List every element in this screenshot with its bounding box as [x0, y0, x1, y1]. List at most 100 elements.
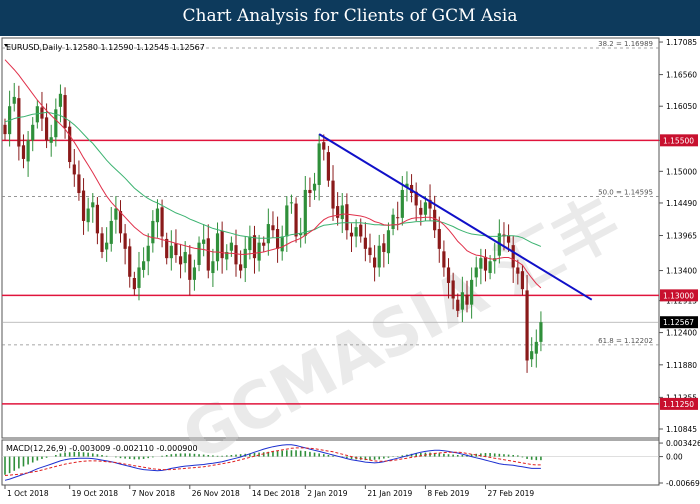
candle-bear: [206, 238, 210, 271]
candle-bear: [275, 229, 280, 249]
candle-bear: [178, 256, 183, 265]
candle-bull: [354, 227, 358, 237]
x-tick-label: 1 Oct 2018: [7, 489, 49, 498]
current-price-label: 1.12567: [663, 318, 694, 327]
candle-bear: [188, 254, 192, 280]
macd-tick-label: -0.006694: [666, 479, 700, 488]
candle-bear: [345, 204, 349, 231]
price-tick-label: 1.16050: [666, 102, 697, 111]
price-tick-label: 1.11880: [666, 361, 697, 370]
price-tick-label: 1.15000: [666, 167, 697, 176]
candle-bull: [192, 267, 197, 280]
candle-bear: [456, 299, 460, 311]
candle-bull: [202, 239, 206, 244]
x-tick-label: 27 Feb 2019: [487, 489, 534, 498]
fib-label: 50.0 = 1.14595: [598, 188, 653, 196]
candle-bull: [155, 208, 160, 223]
candle-bear: [349, 232, 354, 237]
price-tick-label: 1.12400: [666, 329, 697, 338]
candle-bull: [474, 267, 478, 278]
candle-bull: [377, 245, 381, 268]
macd-tick-label: 0.003426: [666, 439, 700, 448]
candle-bear: [373, 257, 377, 268]
candle-bear: [271, 225, 275, 231]
candle-bull: [12, 96, 16, 104]
candle-bear: [77, 174, 81, 194]
candle-bull: [229, 242, 233, 251]
candle-bull: [400, 189, 404, 218]
candle-bear: [326, 152, 330, 181]
candle-bull: [285, 205, 289, 237]
candle-bear: [451, 280, 455, 299]
x-tick-label: 19 Oct 2018: [72, 489, 119, 498]
macd-info: MACD(12,26,9) -0.003009 -0.002110 -0.000…: [6, 444, 198, 453]
candle-bull: [266, 224, 270, 244]
candle-bull: [137, 267, 141, 288]
level-price-label: 1.11250: [663, 400, 694, 409]
x-tick-label: 2 Jan 2019: [307, 489, 347, 498]
candle-bear: [234, 245, 238, 265]
candle-bull: [479, 258, 483, 269]
x-tick-label: 21 Jan 2019: [367, 489, 412, 498]
candle-bear: [382, 243, 386, 252]
candle-bull: [488, 261, 492, 274]
candle-bull: [312, 183, 317, 191]
candle-bear: [132, 278, 136, 290]
candle-bull: [317, 143, 321, 185]
candle-bear: [160, 207, 164, 237]
candle-bull: [280, 236, 284, 252]
candle-bear: [220, 230, 224, 259]
candle-bear: [520, 271, 525, 290]
candle-bear: [483, 256, 488, 271]
candle-bull: [49, 137, 53, 143]
candle-bull: [423, 202, 428, 215]
candle-bear: [446, 267, 451, 283]
candle-bull: [243, 248, 247, 269]
candle-bull: [386, 230, 391, 254]
x-tick-label: 26 Nov 2018: [192, 489, 240, 498]
candle-bull: [58, 93, 63, 107]
candle-bull: [197, 242, 201, 265]
price-tick-label: 1.13400: [666, 267, 697, 276]
symbol-info: EURUSD,Daily 1.12580 1.12590 1.12545 1.1…: [6, 43, 205, 52]
candle-bear: [419, 207, 423, 215]
candle-bear: [81, 190, 86, 221]
candle-bull: [248, 236, 252, 251]
x-tick-label: 7 Nov 2018: [132, 489, 175, 498]
candle-bull: [340, 205, 344, 220]
candle-bear: [165, 238, 169, 259]
candle-bear: [368, 247, 372, 256]
candle-bull: [289, 202, 294, 204]
candle-bear: [308, 189, 312, 194]
chart-area: GCMASIA 汇丰 38.2 = 1.16989 50.0 = 1.14595 6…: [0, 36, 700, 500]
candle-bear: [239, 264, 243, 271]
candle-bull: [91, 202, 95, 208]
candle-bull: [303, 189, 307, 236]
candle-bear: [363, 237, 367, 249]
level-price-label: 1.13000: [663, 291, 694, 300]
candle-bear: [465, 294, 469, 305]
candle-bear: [322, 142, 326, 150]
macd-tick-label: 0.00: [666, 453, 683, 462]
candle-bull: [211, 261, 215, 274]
candle-bear: [516, 267, 520, 274]
x-tick-label: 14 Dec 2018: [252, 489, 300, 498]
level-price-label: 1.15500: [663, 136, 694, 145]
candle-bull: [534, 341, 538, 354]
candle-bear: [262, 242, 266, 246]
x-tick-label: 8 Feb 2019: [427, 489, 469, 498]
candle-bull: [169, 245, 173, 259]
price-tick-label: 1.13965: [666, 232, 697, 241]
candle-bull: [391, 214, 395, 230]
price-tick-label: 1.17085: [666, 38, 697, 47]
candle-bear: [72, 164, 76, 175]
candle-bear: [21, 145, 26, 159]
candle-bear: [63, 95, 67, 128]
page-title: Chart Analysis for Clients of GCM Asia: [182, 6, 518, 26]
candle-bear: [433, 209, 437, 231]
candle-bear: [442, 251, 446, 268]
candle-bull: [31, 124, 35, 141]
candle-bear: [95, 204, 99, 234]
price-tick-label: 1.10845: [666, 425, 697, 434]
candle-bear: [100, 233, 104, 252]
